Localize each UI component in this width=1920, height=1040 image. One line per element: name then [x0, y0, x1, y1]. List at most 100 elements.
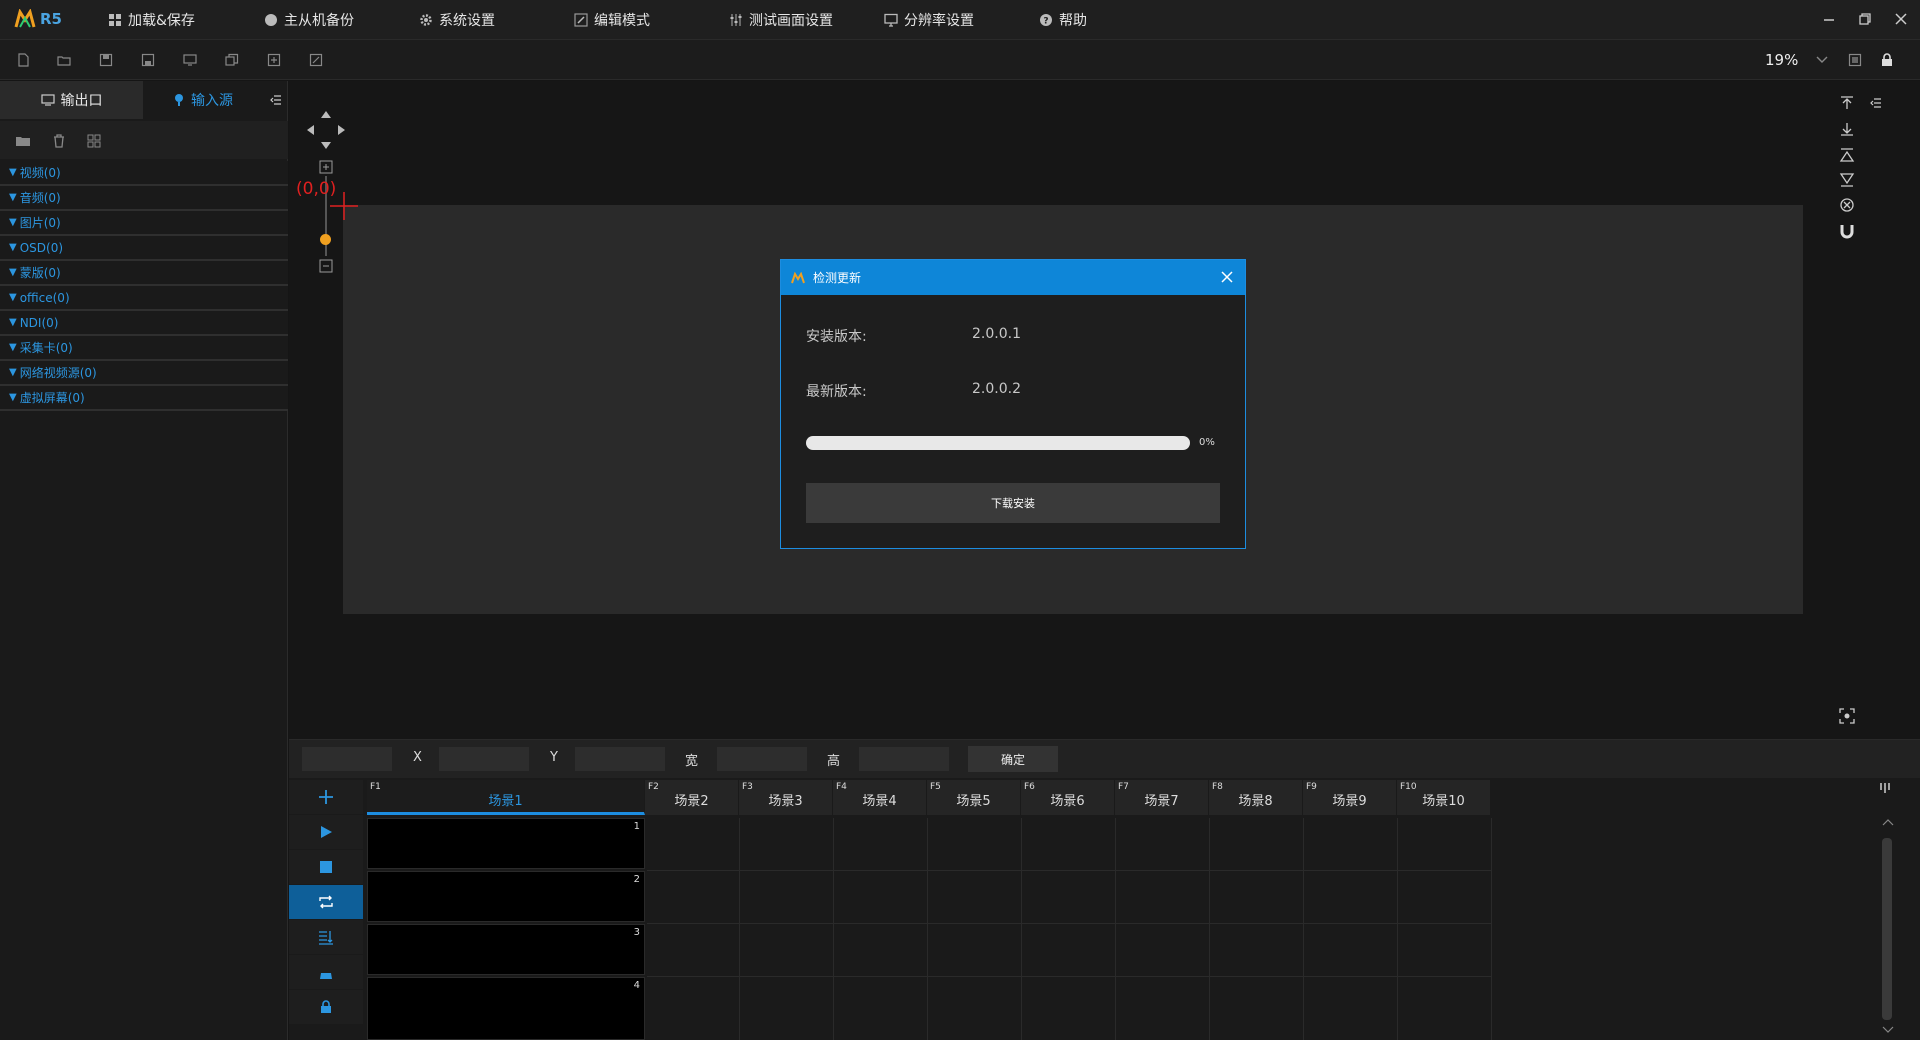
zoom-level[interactable]: 19% — [1765, 51, 1798, 69]
grid-divider — [1397, 818, 1398, 1040]
tab-scene-8[interactable]: F8 场景8 — [1209, 780, 1303, 815]
menu-resolution[interactable]: 分辨率设置 — [884, 0, 974, 40]
menu-test-pattern[interactable]: 测试画面设置 — [729, 0, 833, 40]
tab-scene-4[interactable]: F4 场景4 — [833, 780, 927, 815]
copy-button[interactable] — [223, 52, 241, 68]
bring-to-front-button[interactable] — [1837, 93, 1857, 113]
tab-scene-2[interactable]: F2 场景2 — [645, 780, 739, 815]
save-button[interactable] — [97, 52, 115, 68]
scrollbar-thumb[interactable] — [1882, 838, 1892, 1020]
loop-button[interactable] — [289, 885, 363, 919]
minimize-button[interactable] — [1818, 8, 1840, 30]
tab-output[interactable]: 输出口 — [0, 81, 143, 119]
zoom-slider-handle[interactable] — [320, 234, 331, 245]
folder-open-icon — [57, 56, 71, 66]
collapse-panel-button[interactable] — [270, 94, 282, 106]
source-group[interactable]: ▼ 网络视频源(0) — [0, 361, 288, 386]
play-button[interactable] — [289, 815, 363, 849]
grid-divider — [647, 976, 1491, 977]
new-button[interactable] — [14, 52, 32, 68]
source-group[interactable]: ▼ NDI(0) — [0, 311, 288, 336]
tab-scene-3[interactable]: F3 场景3 — [739, 780, 833, 815]
fit-button[interactable] — [1846, 52, 1864, 68]
screen-button[interactable] — [181, 52, 199, 68]
scene-label: 场景5 — [956, 794, 991, 809]
add-scene-button[interactable] — [289, 780, 363, 814]
export-button[interactable] — [307, 52, 325, 68]
source-label: 图片(0) — [19, 216, 61, 230]
source-label: 视频(0) — [19, 166, 61, 180]
stop-button[interactable] — [289, 850, 363, 884]
scroll-up-button[interactable] — [1882, 818, 1894, 826]
x-field[interactable] — [439, 747, 529, 771]
clear-button[interactable] — [1837, 195, 1857, 215]
download-install-button[interactable]: 下载安装 — [806, 483, 1220, 523]
width-field[interactable] — [717, 747, 807, 771]
lock-button[interactable] — [1878, 52, 1896, 68]
open-button[interactable] — [55, 52, 73, 68]
source-group[interactable]: ▼ OSD(0) — [0, 236, 288, 261]
source-group[interactable]: ▼ 视频(0) — [0, 161, 288, 186]
menu-load-save[interactable]: 加载&保存 — [108, 0, 195, 40]
tab-scene-10[interactable]: F10 场景10 — [1397, 780, 1491, 815]
tab-scene-7[interactable]: F7 场景7 — [1115, 780, 1209, 815]
name-field[interactable] — [302, 747, 392, 771]
save-as-button[interactable] — [139, 52, 157, 68]
close-icon[interactable] — [1219, 269, 1235, 285]
move-down-button[interactable] — [1837, 170, 1857, 190]
source-toolbar — [0, 121, 288, 159]
chevron-up-icon — [1882, 819, 1894, 826]
source-group[interactable]: ▼ 虚拟屏幕(0) — [0, 386, 288, 411]
source-label: office(0) — [19, 290, 70, 305]
tab-input[interactable]: 输入源 — [143, 81, 263, 119]
tab-scene-5[interactable]: F5 场景5 — [927, 780, 1021, 815]
close-button[interactable] — [1890, 8, 1912, 30]
scene-cell[interactable]: 2 — [367, 871, 645, 922]
scene-cell[interactable]: 4 — [367, 977, 645, 1040]
import-button[interactable] — [265, 52, 283, 68]
collapse-right-panel-button[interactable] — [1866, 93, 1886, 113]
move-up-button[interactable] — [1837, 145, 1857, 165]
broom-icon — [320, 965, 332, 979]
source-label: 虚拟屏幕(0) — [19, 391, 85, 405]
trash-icon[interactable] — [51, 133, 67, 149]
menu-edit-mode[interactable]: 编辑模式 — [574, 0, 650, 40]
tab-scene-6[interactable]: F6 场景6 — [1021, 780, 1115, 815]
plus-icon — [319, 790, 333, 804]
sort-button[interactable] — [289, 920, 363, 954]
source-group[interactable]: ▼ 蒙版(0) — [0, 261, 288, 286]
expand-triangle-icon: ▼ — [9, 392, 17, 403]
zoom-in-icon[interactable] — [319, 160, 333, 174]
magnet-button[interactable] — [1837, 221, 1857, 241]
zoom-dropdown[interactable] — [1813, 52, 1831, 68]
lock-scenes-button[interactable] — [289, 990, 363, 1024]
tab-scene-1[interactable]: F1 场景1 — [367, 780, 645, 815]
grid-view-icon[interactable] — [86, 133, 102, 149]
y-field[interactable] — [575, 747, 665, 771]
scene-cell[interactable]: 1 — [367, 818, 645, 869]
tab-scene-9[interactable]: F9 场景9 — [1303, 780, 1397, 815]
left-panel: 输出口 输入源 ▼ 视频(0) ▼ 音频(0) ▼ 图片(0) ▼ OSD(0) ▼ 蒙版… — [0, 81, 288, 1040]
pan-arrows-icon[interactable] — [305, 109, 347, 151]
lock-icon — [321, 1000, 331, 1013]
expand-triangle-icon: ▼ — [9, 217, 17, 228]
tab-input-label: 输入源 — [191, 93, 233, 109]
source-group[interactable]: ▼ 采集卡(0) — [0, 336, 288, 361]
source-group[interactable]: ▼ office(0) — [0, 286, 288, 311]
menu-backup[interactable]: 主从机备份 — [264, 0, 354, 40]
scene-cell[interactable]: 3 — [367, 924, 645, 975]
source-group[interactable]: ▼ 图片(0) — [0, 211, 288, 236]
scene-settings-button[interactable] — [1879, 782, 1891, 794]
screenshot-button[interactable] — [1837, 706, 1857, 726]
send-to-back-button[interactable] — [1837, 119, 1857, 139]
height-field[interactable] — [859, 747, 949, 771]
menu-system-settings[interactable]: 系统设置 — [419, 0, 495, 40]
scroll-down-button[interactable] — [1882, 1026, 1894, 1034]
restore-button[interactable] — [1854, 8, 1876, 30]
clean-button[interactable] — [289, 955, 363, 989]
zoom-out-icon[interactable] — [319, 259, 333, 273]
confirm-button[interactable]: 确定 — [968, 746, 1058, 772]
menu-help[interactable]: ? 帮助 — [1039, 0, 1087, 40]
source-group[interactable]: ▼ 音频(0) — [0, 186, 288, 211]
folder-icon[interactable] — [15, 133, 31, 149]
